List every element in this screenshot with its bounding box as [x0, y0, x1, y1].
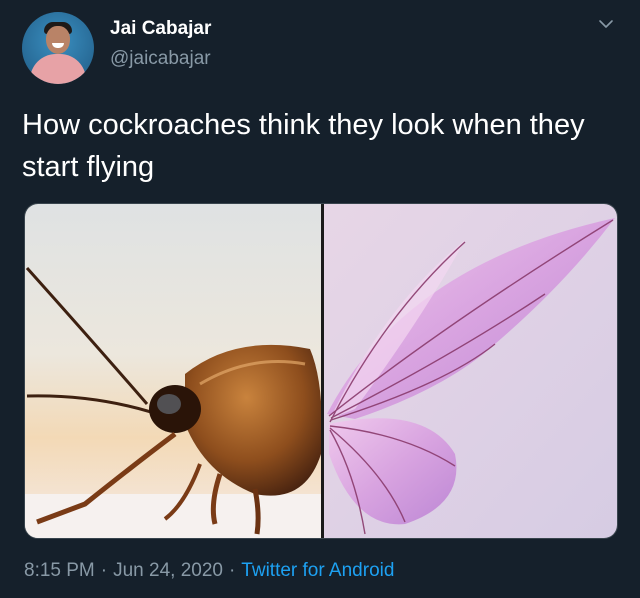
author-name[interactable]: Jai Cabajar [110, 18, 211, 40]
tweet-media[interactable] [24, 203, 618, 539]
meta-separator: · [228, 560, 236, 581]
chevron-down-icon[interactable] [596, 14, 616, 34]
author-handle[interactable]: @jaicabajar [110, 48, 211, 70]
tweet-date[interactable]: Jun 24, 2020 [113, 560, 223, 581]
tweet-card: Jai Cabajar @jaicabajar How cockroaches … [0, 0, 640, 598]
tweet-header: Jai Cabajar @jaicabajar [22, 12, 622, 84]
tweet-time[interactable]: 8:15 PM [24, 560, 95, 581]
meta-separator: · [100, 560, 108, 581]
avatar[interactable] [22, 12, 94, 84]
tweet-meta: 8:15 PM · Jun 24, 2020 · Twitter for Android [24, 560, 394, 582]
tweet-text: How cockroaches think they look when the… [22, 109, 585, 183]
tweet-source-link[interactable]: Twitter for Android [241, 560, 394, 581]
media-image [25, 204, 617, 538]
